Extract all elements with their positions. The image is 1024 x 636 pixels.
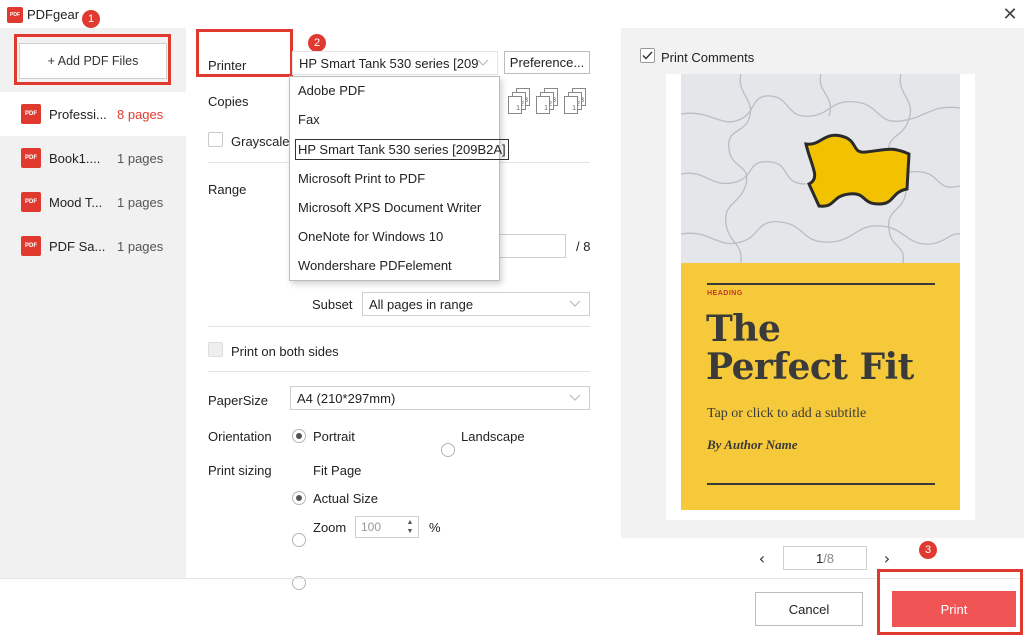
file-name: Mood T... — [49, 194, 103, 210]
chevron-down-icon — [477, 59, 489, 66]
landscape-radio[interactable] — [441, 443, 455, 457]
chevron-down-icon — [569, 300, 581, 307]
printer-option[interactable]: Adobe PDF — [298, 83, 365, 98]
file-list-item[interactable]: PDF Professi... 8 pages — [0, 92, 186, 136]
step-2-highlight — [196, 29, 293, 77]
cover-rule-bottom — [707, 483, 935, 485]
file-name: PDF Sa... — [49, 238, 106, 254]
chevron-down-icon[interactable]: ▼ — [407, 527, 414, 536]
fit-page-label: Fit Page — [313, 463, 362, 478]
step-3-highlight — [877, 569, 1023, 635]
printer-option[interactable]: OneNote for Windows 10 — [298, 229, 443, 244]
zoom-value: 100 — [361, 520, 382, 534]
printer-option[interactable]: Microsoft XPS Document Writer — [298, 200, 481, 215]
step-marker-1: 1 — [82, 10, 100, 28]
cover-puzzle-image — [680, 73, 961, 264]
cover-author: By Author Name — [707, 437, 798, 452]
print-comments-label: Print Comments — [661, 50, 755, 65]
app-title: PDFgear — [27, 7, 80, 22]
file-list-item[interactable]: PDF Mood T... 1 pages — [0, 180, 186, 224]
current-page: 1 — [815, 550, 824, 566]
checkmark-icon — [642, 51, 653, 60]
portrait-label: Portrait — [313, 429, 355, 444]
pdf-file-icon: PDF — [21, 104, 41, 124]
page-total: / 8 — [576, 239, 591, 254]
file-name: Book1.... — [49, 150, 101, 166]
cover-heading: HEADING — [707, 290, 743, 297]
paper-size-value: A4 (210*297mm) — [297, 390, 396, 406]
print-both-sides-label: Print on both sides — [231, 344, 339, 359]
printer-option[interactable]: Fax — [298, 112, 320, 127]
step-1-highlight — [14, 34, 171, 85]
previous-page-icon[interactable]: ‹ — [752, 548, 772, 568]
cover-subtitle: Tap or click to add a subtitle — [707, 406, 867, 421]
portrait-radio[interactable] — [292, 429, 306, 443]
collate-icon: 321 321 321 — [508, 88, 590, 118]
file-pages: 1 pages — [117, 150, 164, 166]
file-list-item[interactable]: PDF Book1.... 1 pages — [0, 136, 186, 180]
subset-select-value: All pages in range — [369, 296, 474, 312]
range-label: Range — [208, 182, 247, 197]
pdf-file-icon: PDF — [21, 148, 41, 168]
pdf-file-icon: PDF — [21, 236, 41, 256]
next-page-icon[interactable]: › — [877, 548, 897, 568]
copies-label: Copies — [208, 94, 249, 109]
cover-rule-top — [707, 283, 935, 285]
page-indicator[interactable]: 1/8 — [783, 546, 867, 570]
file-pages: 8 pages — [117, 106, 164, 122]
paper-size-select[interactable]: A4 (210*297mm) — [290, 386, 590, 410]
zoom-label: Zoom — [313, 520, 347, 535]
fit-page-radio[interactable] — [292, 491, 306, 505]
print-both-sides-checkbox[interactable] — [208, 342, 223, 357]
file-pages: 1 pages — [117, 194, 164, 210]
printer-option[interactable]: Wondershare PDFelement — [298, 258, 452, 273]
chevron-up-icon[interactable]: ▲ — [407, 518, 414, 527]
cancel-button[interactable]: Cancel — [755, 592, 863, 626]
step-marker-3: 3 — [919, 541, 937, 559]
paper-size-label: PaperSize — [208, 393, 268, 408]
file-list-item[interactable]: PDF PDF Sa... 1 pages — [0, 224, 186, 268]
file-name: Professi... — [49, 106, 107, 122]
orientation-label: Orientation — [208, 429, 272, 444]
preferences-button[interactable]: Preference... — [504, 51, 590, 74]
print-comments-checkbox[interactable] — [640, 48, 655, 63]
print-sizing-label: Print sizing — [208, 463, 272, 478]
total-pages: /8 — [823, 550, 835, 566]
subset-select[interactable]: All pages in range — [362, 292, 590, 316]
actual-size-label: Actual Size — [313, 491, 379, 506]
printer-select-value: HP Smart Tank 530 series [209B — [299, 55, 479, 71]
close-icon[interactable]: ✕ — [1000, 4, 1020, 25]
landscape-label: Landscape — [461, 429, 525, 444]
printer-option[interactable]: Microsoft Print to PDF — [298, 171, 425, 186]
zoom-unit: % — [429, 520, 441, 535]
chevron-down-icon — [569, 394, 581, 401]
grayscale-checkbox[interactable] — [208, 132, 223, 147]
divider — [208, 371, 590, 372]
printer-dropdown-list[interactable]: Adobe PDF Fax HP Smart Tank 530 series [… — [289, 76, 509, 281]
step-marker-2: 2 — [308, 34, 326, 52]
file-pages: 1 pages — [117, 238, 164, 254]
pdfgear-logo-icon: PDF — [7, 7, 23, 23]
printer-select[interactable]: HP Smart Tank 530 series [209B — [292, 51, 498, 75]
zoom-stepper[interactable]: ▲ ▼ — [403, 516, 417, 538]
footer-divider — [0, 578, 1024, 579]
cover-title-line-2: Perfect Fit — [706, 346, 914, 388]
cover-title-line-1: The — [706, 308, 781, 350]
subset-label: Subset — [312, 297, 353, 312]
printer-option[interactable]: HP Smart Tank 530 series [209B2A] — [295, 139, 509, 160]
pdf-file-icon: PDF — [21, 192, 41, 212]
actual-size-radio[interactable] — [292, 533, 306, 547]
grayscale-label: Grayscale — [231, 134, 290, 149]
divider — [208, 326, 590, 327]
